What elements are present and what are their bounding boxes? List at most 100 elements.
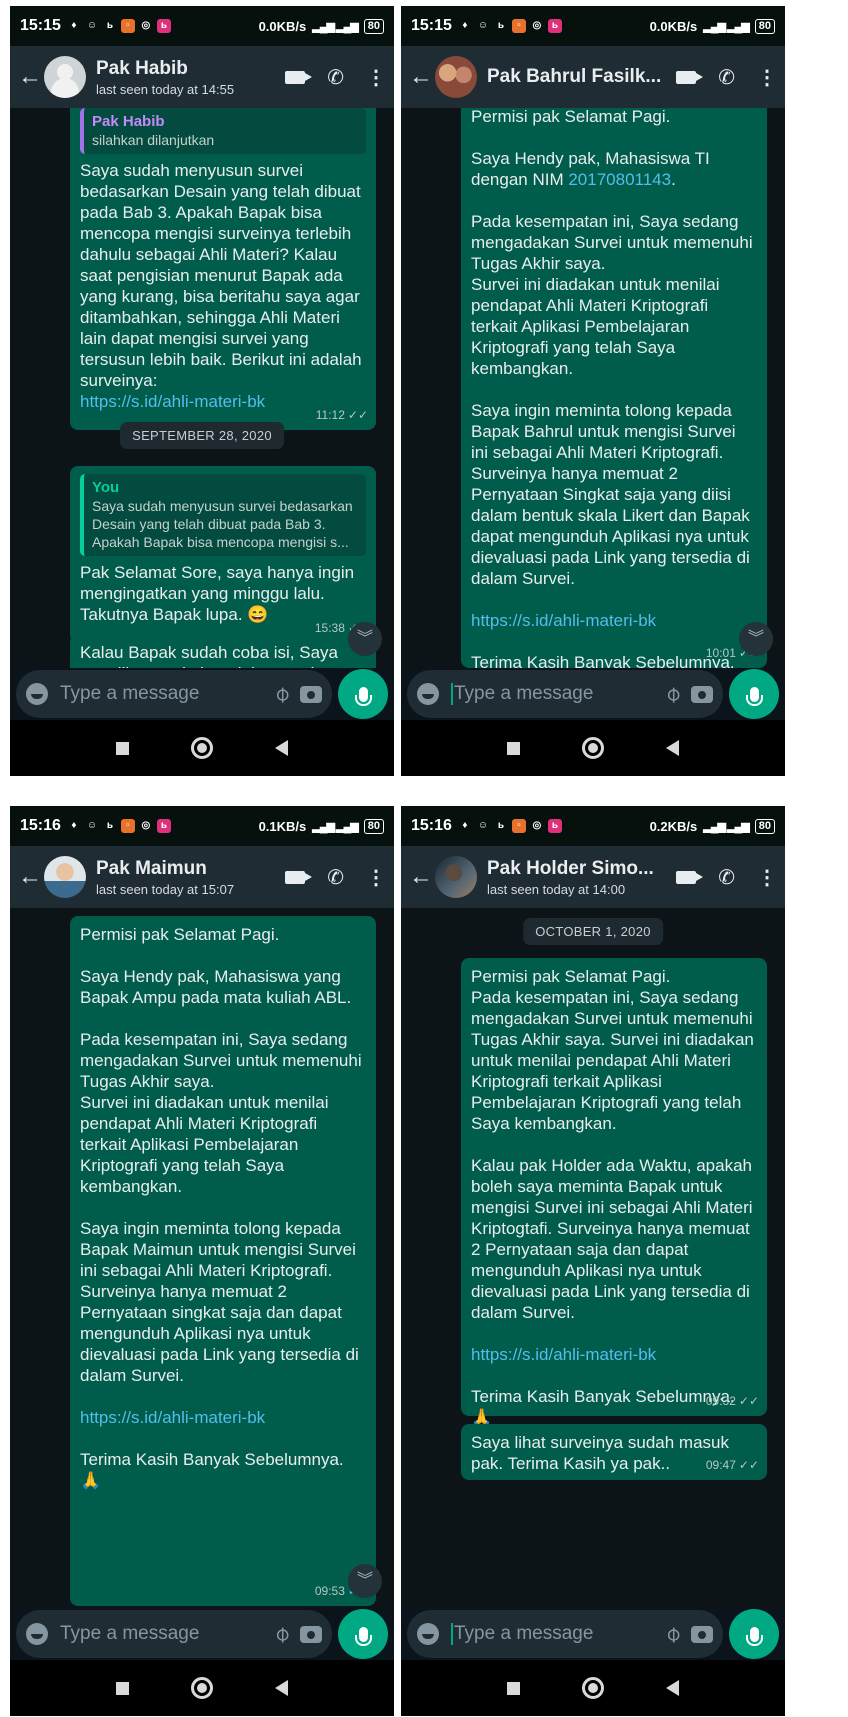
kebab-menu-icon[interactable]: ⋮ xyxy=(366,65,386,90)
message-time: 15:38 xyxy=(314,621,345,635)
camera-icon[interactable] xyxy=(691,685,713,703)
contact-info[interactable]: Pak Bahrul Fasilk... xyxy=(487,66,668,88)
nav-back-icon[interactable] xyxy=(275,1680,288,1696)
contact-info[interactable]: Pak Maimun last seen today at 15:07 xyxy=(96,858,277,897)
kebab-menu-icon[interactable]: ⋮ xyxy=(757,865,777,890)
app-icon: ь xyxy=(497,20,504,31)
message-input[interactable]: Type a message ⌀ xyxy=(16,670,332,718)
video-call-icon[interactable] xyxy=(285,870,313,884)
message-bubble[interactable]: You Saya sudah menyusun survei bedasarka… xyxy=(70,466,376,643)
video-call-icon[interactable] xyxy=(676,70,704,84)
message-list[interactable]: OCTOBER 1, 2020 Permisi pak Selamat Pagi… xyxy=(401,908,785,1608)
message-placeholder[interactable]: Type a message xyxy=(60,683,263,705)
paperclip-icon[interactable]: ⌀ xyxy=(658,1620,686,1648)
home-icon[interactable] xyxy=(582,1677,604,1699)
notification-badge-icon: ь xyxy=(156,819,171,833)
nav-back-icon[interactable] xyxy=(666,1680,679,1696)
mic-button[interactable] xyxy=(729,669,779,719)
recents-icon[interactable] xyxy=(116,741,129,755)
recents-icon[interactable] xyxy=(507,741,520,755)
message-placeholder[interactable]: Type a message xyxy=(60,1623,263,1645)
avatar[interactable] xyxy=(435,56,477,98)
arrow-left-icon[interactable]: ← xyxy=(18,63,44,91)
video-call-icon[interactable] xyxy=(285,70,313,84)
signal-icon: ▂▄▆ ▂▄▆ xyxy=(312,20,358,33)
message-input[interactable]: Type a message ⌀ xyxy=(16,1610,332,1658)
chat-header: ← Pak Bahrul Fasilk... ✆ ⋮ xyxy=(401,46,785,108)
message-link[interactable]: https://s.id/ahli-materi-bk xyxy=(471,1344,757,1365)
message-list[interactable]: Permisi pak Selamat Pagi. Saya Hendy pak… xyxy=(10,908,394,1608)
paperclip-icon[interactable]: ⌀ xyxy=(267,1620,295,1648)
message-input-text[interactable]: Type a message xyxy=(451,1622,654,1645)
avatar[interactable] xyxy=(44,856,86,898)
nav-back-icon[interactable] xyxy=(275,740,288,756)
message-time: 09:47 xyxy=(705,1458,736,1472)
double-chevron-down-icon[interactable]: ︾ xyxy=(348,1564,382,1598)
square-app-icon: ▫ xyxy=(120,19,135,33)
notification-icons: ♦ ☺ ь ▫ ◎ ь xyxy=(458,19,562,33)
video-call-icon[interactable] xyxy=(676,870,704,884)
instagram-icon: ◎ xyxy=(532,820,542,831)
camera-icon[interactable] xyxy=(691,1625,713,1643)
camera-icon[interactable] xyxy=(300,1625,322,1643)
instagram-icon: ◎ xyxy=(141,820,151,831)
message-bubble[interactable]: Pak Habib silahkan dilanjutkan Saya suda… xyxy=(70,108,376,430)
contact-info[interactable]: Pak Holder Simo... last seen today at 14… xyxy=(487,858,668,897)
status-bar: 15:16 ♦ ☺ ь ▫ ◎ ь 0.2KB/s ▂▄▆ ▂▄▆ 80 xyxy=(401,806,785,846)
kebab-menu-icon[interactable]: ⋮ xyxy=(366,865,386,890)
home-icon[interactable] xyxy=(191,737,213,759)
nim-link[interactable]: 20170801143 xyxy=(568,170,671,189)
mic-button[interactable] xyxy=(338,1609,388,1659)
home-icon[interactable] xyxy=(582,737,604,759)
message-bubble[interactable]: Kalau Bapak sudah coba isi, Saya mau lih… xyxy=(70,634,376,668)
emoji-icon[interactable] xyxy=(26,683,48,705)
status-bar: 15:15 ♦ ☺ ь ▫ ◎ ь 0.0KB/s ▂▄▆ ▂▄▆ 80 xyxy=(401,6,785,46)
contact-info[interactable]: Pak Habib last seen today at 14:55 xyxy=(96,58,277,97)
notification-badge-icon: ь xyxy=(547,19,562,33)
message-list[interactable]: Permisi pak Selamat Pagi. Saya Hendy pak… xyxy=(401,108,785,668)
message-input-text[interactable]: Type a message xyxy=(451,682,654,705)
phone-icon[interactable]: ✆ xyxy=(718,865,735,890)
message-bubble[interactable]: Permisi pak Selamat Pagi. Pada kesempata… xyxy=(461,958,767,1427)
phone-icon[interactable]: ✆ xyxy=(327,65,344,90)
paperclip-icon[interactable]: ⌀ xyxy=(267,680,295,708)
arrow-left-icon[interactable]: ← xyxy=(409,863,435,891)
message-time: 10:01 xyxy=(705,646,736,660)
phone-icon[interactable]: ✆ xyxy=(718,65,735,90)
message-link[interactable]: https://s.id/ahli-materi-bk xyxy=(80,1407,366,1428)
arrow-left-icon[interactable]: ← xyxy=(18,863,44,891)
message-input[interactable]: Type a message ⌀ xyxy=(407,670,723,718)
date-separator: OCTOBER 1, 2020 xyxy=(523,918,663,945)
nav-back-icon[interactable] xyxy=(666,740,679,756)
message-bubble[interactable]: Saya lihat surveinya sudah masuk pak. Te… xyxy=(461,1424,767,1480)
avatar[interactable] xyxy=(44,56,86,98)
quoted-message[interactable]: Pak Habib silahkan dilanjutkan xyxy=(80,108,366,154)
arrow-left-icon[interactable]: ← xyxy=(409,63,435,91)
emoji-icon[interactable] xyxy=(417,1623,439,1645)
phone-icon[interactable]: ✆ xyxy=(327,865,344,890)
contact-name: Pak Bahrul Fasilk... xyxy=(487,66,662,87)
message-link[interactable]: https://s.id/ahli-materi-bk xyxy=(471,610,757,631)
home-icon[interactable] xyxy=(191,1677,213,1699)
camera-icon[interactable] xyxy=(300,685,322,703)
double-chevron-down-icon[interactable]: ︾ xyxy=(739,622,773,656)
app-icon: ь xyxy=(106,820,113,831)
avatar[interactable] xyxy=(435,856,477,898)
battery-indicator: 80 xyxy=(363,18,384,34)
quoted-message[interactable]: You Saya sudah menyusun survei bedasarka… xyxy=(80,474,366,556)
message-bubble[interactable]: Permisi pak Selamat Pagi. Saya Hendy pak… xyxy=(461,108,767,668)
paperclip-icon[interactable]: ⌀ xyxy=(658,680,686,708)
quoted-sender: Pak Habib xyxy=(92,113,165,130)
kebab-menu-icon[interactable]: ⋮ xyxy=(757,65,777,90)
message-input[interactable]: Type a message ⌀ xyxy=(407,1610,723,1658)
mic-button[interactable] xyxy=(729,1609,779,1659)
recents-icon[interactable] xyxy=(507,1681,520,1695)
recents-icon[interactable] xyxy=(116,1681,129,1695)
double-chevron-down-icon[interactable]: ︾ xyxy=(348,622,382,656)
mic-button[interactable] xyxy=(338,669,388,719)
emoji-icon[interactable] xyxy=(26,1623,48,1645)
emoji-icon[interactable] xyxy=(417,683,439,705)
message-list[interactable]: Pak Habib silahkan dilanjutkan Saya suda… xyxy=(10,108,394,668)
message-bubble[interactable]: Permisi pak Selamat Pagi. Saya Hendy pak… xyxy=(70,916,376,1606)
location-icon: ♦ xyxy=(71,820,77,831)
